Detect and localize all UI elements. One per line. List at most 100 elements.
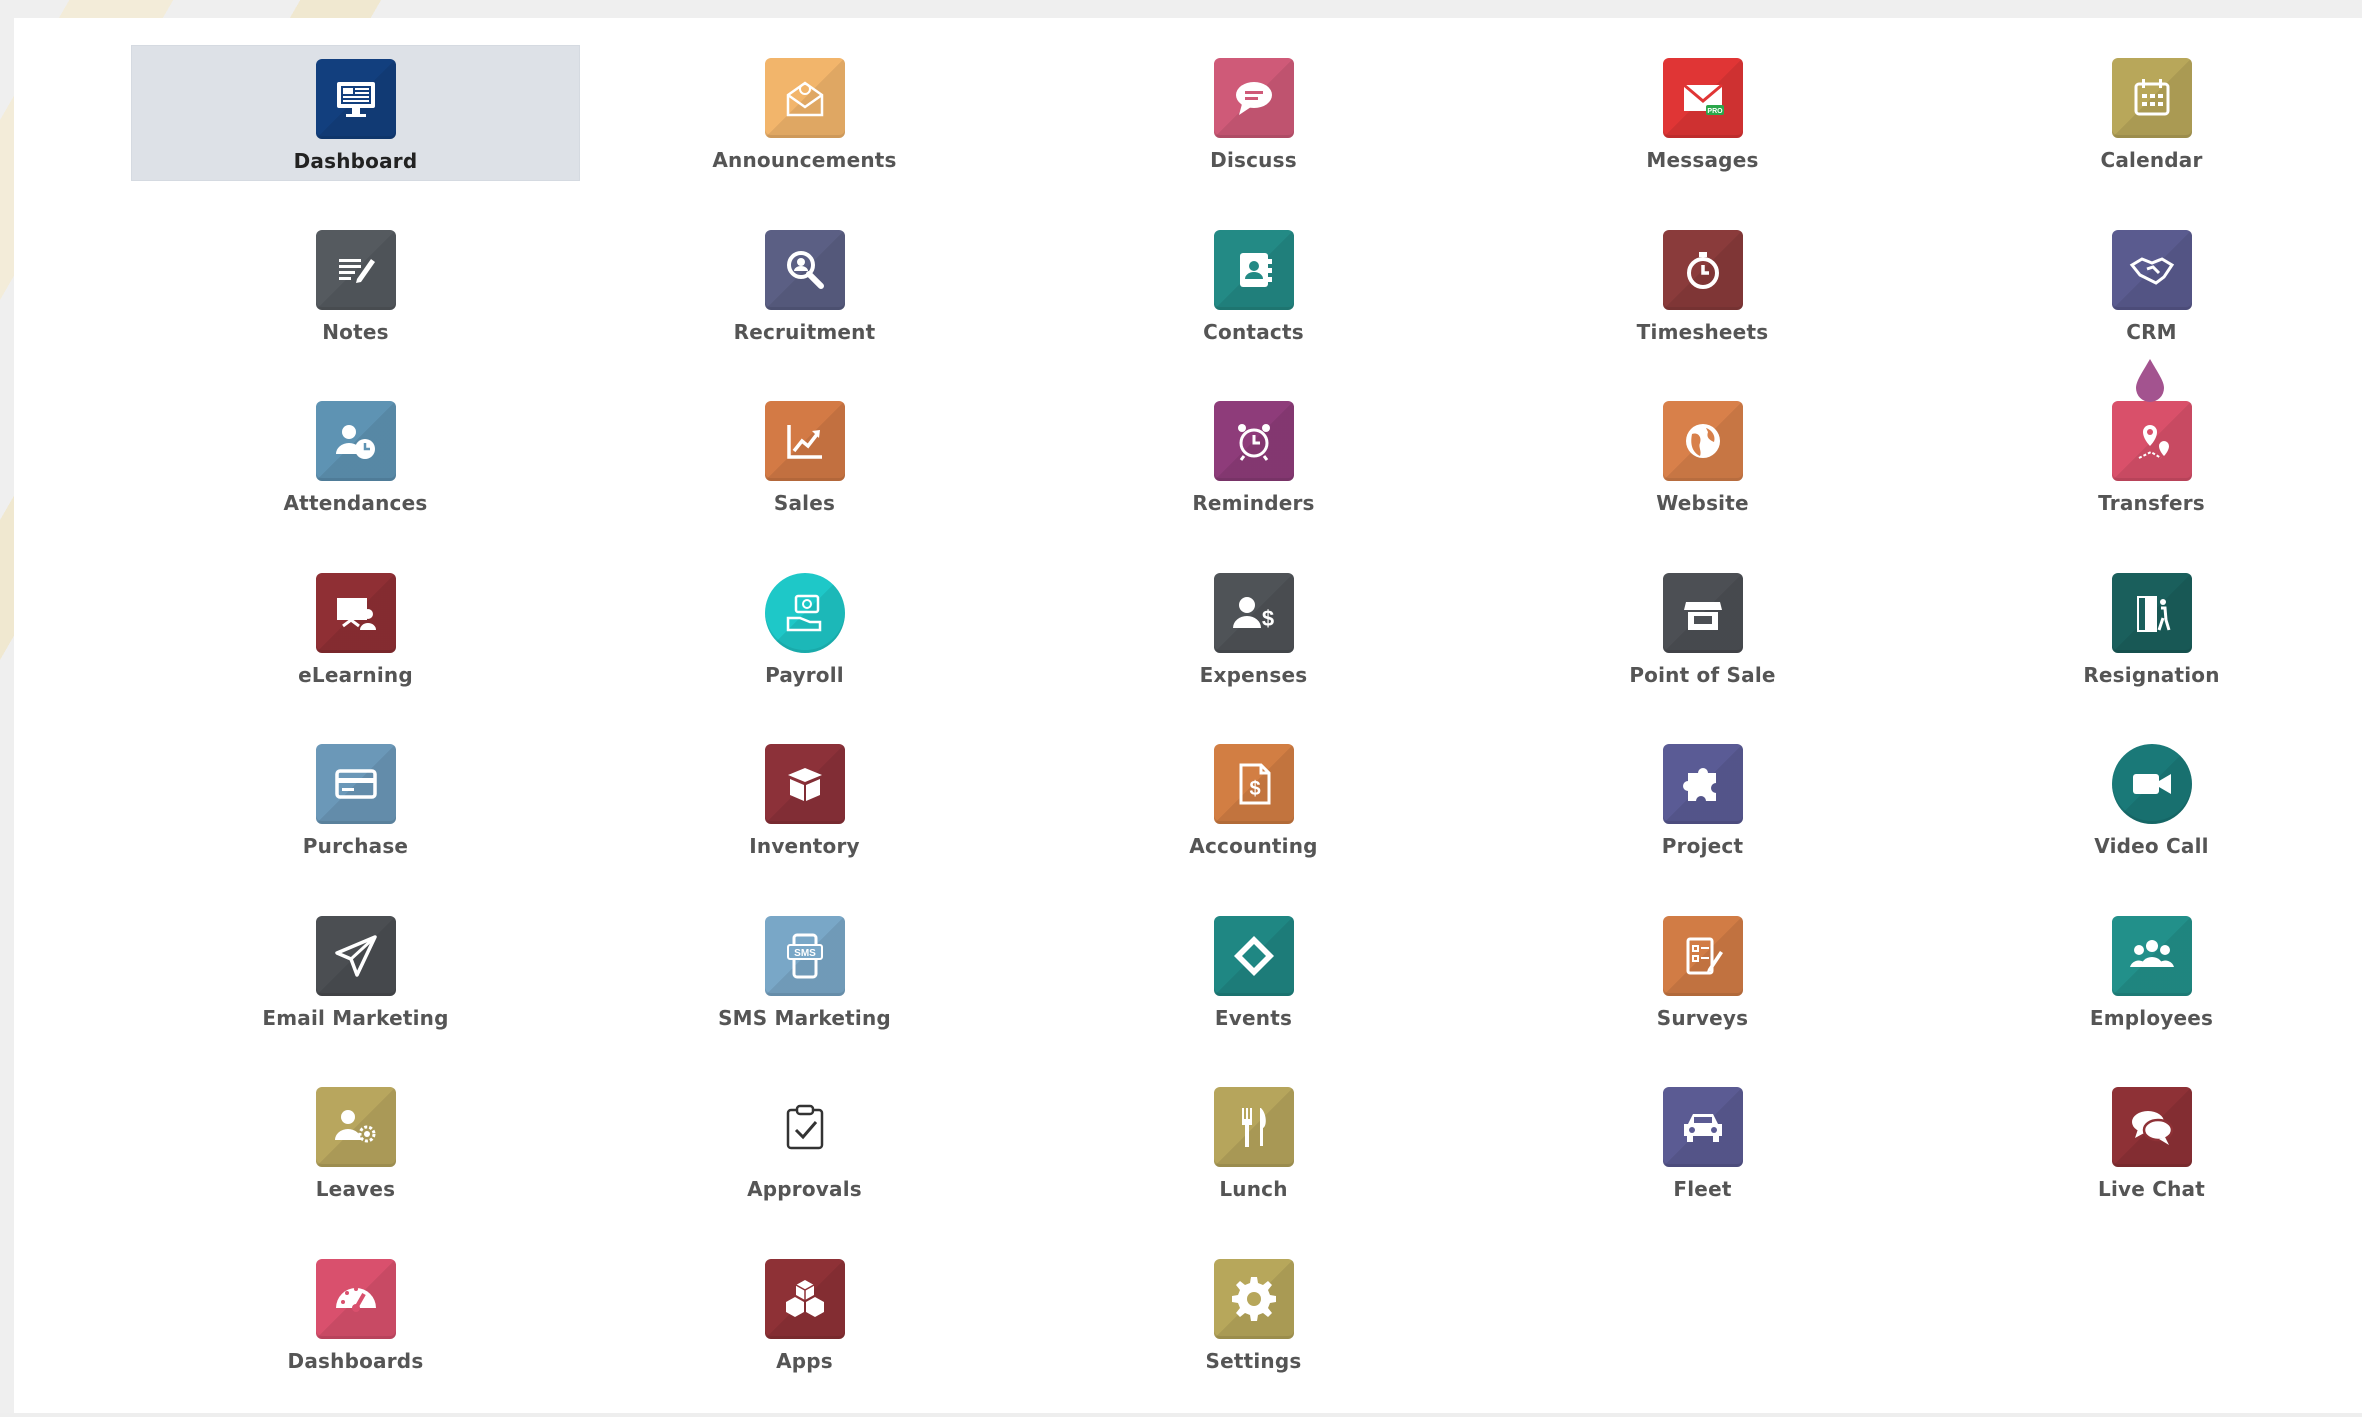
fork-knife-icon [1213, 1087, 1294, 1167]
app-label: Accounting [1189, 834, 1318, 858]
app-label: Surveys [1656, 1005, 1749, 1030]
paper-plane-icon [315, 915, 396, 996]
app-tile-video-call[interactable]: Video Call [1927, 731, 2362, 867]
box-icon [764, 744, 845, 824]
app-tile-email-marketing[interactable]: Email Marketing [131, 903, 580, 1039]
notepad-icon [315, 229, 396, 310]
app-tile-sales[interactable]: Sales [580, 388, 1029, 524]
envelope-badge-icon [764, 58, 845, 138]
survey-clipboard-icon [1662, 915, 1743, 996]
app-label: Purchase [302, 834, 409, 858]
app-label: Video Call [2094, 834, 2209, 858]
person-dollar-icon: $ [1213, 572, 1294, 653]
app-label: Dashboards [287, 1348, 424, 1373]
app-tile-reminders[interactable]: Reminders [1029, 388, 1478, 524]
app-label: Expenses [1199, 662, 1308, 687]
app-label: Contacts [1203, 319, 1304, 344]
puzzle-icon [1662, 744, 1743, 824]
svg-text:PRO: PRO [1707, 108, 1723, 115]
phone-sms-icon: SMS [764, 915, 845, 996]
users-group-icon [2111, 915, 2192, 996]
monitor-icon [315, 59, 396, 139]
drop-icon [2136, 359, 2164, 402]
app-tile-discuss[interactable]: Discuss [1029, 45, 1478, 181]
app-tile-purchase[interactable]: Purchase [131, 731, 580, 867]
app-tile-announcements[interactable]: Announcements [580, 45, 1029, 181]
shop-icon [1662, 572, 1743, 653]
app-tile-attendances[interactable]: Attendances [131, 388, 580, 524]
app-tile-inventory[interactable]: Inventory [580, 731, 1029, 867]
app-tile-transfers[interactable]: Transfers [1927, 388, 2362, 524]
alarm-clock-icon [1213, 401, 1294, 481]
app-tile-dashboards[interactable]: Dashboards [131, 1246, 580, 1382]
app-label: Transfers [2098, 491, 2205, 515]
app-tile-settings[interactable]: Settings [1029, 1246, 1478, 1382]
app-label: Reminders [1192, 491, 1315, 515]
ticket-icon [1213, 915, 1294, 996]
presentation-icon [315, 572, 396, 653]
video-camera-icon [2111, 744, 2192, 824]
app-tile-fleet[interactable]: Fleet [1478, 1074, 1927, 1210]
app-tile-events[interactable]: Events [1029, 903, 1478, 1039]
app-tile-expenses[interactable]: $ Expenses [1029, 560, 1478, 696]
calendar-icon [2111, 58, 2192, 138]
app-tile-recruitment[interactable]: Recruitment [580, 217, 1029, 353]
gear-icon [1213, 1258, 1294, 1339]
app-label: Email Marketing [262, 1005, 449, 1030]
app-tile-surveys[interactable]: Surveys [1478, 903, 1927, 1039]
app-tile-timesheets[interactable]: Timesheets [1478, 217, 1927, 353]
person-gear-icon [315, 1087, 396, 1167]
app-tile-messages[interactable]: PRO Messages [1478, 45, 1927, 181]
app-tile-accounting[interactable]: $ Accounting [1029, 731, 1478, 867]
app-tile-approvals[interactable]: Approvals [580, 1074, 1029, 1210]
app-tile-website[interactable]: Website [1478, 388, 1927, 524]
app-tile-live-chat[interactable]: Live Chat [1927, 1074, 2362, 1210]
app-tile-project[interactable]: Project [1478, 731, 1927, 867]
app-label: Resignation [2083, 662, 2220, 687]
app-label: Dashboard [293, 149, 418, 173]
invoice-dollar-icon: $ [1213, 744, 1294, 824]
app-label: Settings [1205, 1348, 1302, 1373]
map-pin-icon [2111, 401, 2192, 481]
app-tile-calendar[interactable]: Calendar [1927, 45, 2362, 181]
app-label: Fleet [1673, 1177, 1732, 1201]
app-tile-point-of-sale[interactable]: Point of Sale [1478, 560, 1927, 696]
app-label: Inventory [749, 834, 860, 858]
app-label: Announcements [712, 148, 897, 172]
clipboard-check-icon [765, 1087, 845, 1167]
cubes-icon [764, 1258, 845, 1339]
app-label: CRM [2126, 319, 2177, 344]
trend-chart-icon [764, 401, 845, 481]
chat-bubbles-icon [2111, 1087, 2192, 1167]
app-tile-lunch[interactable]: Lunch [1029, 1074, 1478, 1210]
app-label: SMS Marketing [718, 1005, 891, 1030]
app-label: Website [1656, 491, 1749, 515]
app-label: Discuss [1210, 148, 1297, 172]
app-label: Sales [773, 491, 836, 515]
app-label: Employees [2089, 1005, 2214, 1030]
app-tile-leaves[interactable]: Leaves [131, 1074, 580, 1210]
gauge-icon [315, 1258, 396, 1339]
stopwatch-icon [1662, 229, 1743, 310]
app-tile-resignation[interactable]: Resignation [1927, 560, 2362, 696]
app-tile-contacts[interactable]: Contacts [1029, 217, 1478, 353]
door-exit-icon [2111, 572, 2192, 653]
app-label: Timesheets [1636, 319, 1769, 344]
app-label: Calendar [2100, 148, 2203, 172]
app-tile-crm[interactable]: CRM [1927, 217, 2362, 353]
app-tile-payroll[interactable]: Payroll [580, 560, 1029, 696]
handshake-icon [2111, 229, 2192, 310]
app-label: Messages [1646, 148, 1759, 172]
app-tile-employees[interactable]: Employees [1927, 903, 2362, 1039]
app-label: Attendances [283, 491, 428, 515]
app-tile-notes[interactable]: Notes [131, 217, 580, 353]
app-tile-elearning[interactable]: eLearning [131, 560, 580, 696]
person-clock-icon [315, 401, 396, 481]
app-label: Recruitment [733, 319, 876, 344]
magnifier-person-icon [764, 229, 845, 310]
app-tile-apps[interactable]: Apps [580, 1246, 1029, 1382]
app-tile-dashboard[interactable]: Dashboard [131, 45, 580, 181]
app-tile-sms-marketing[interactable]: SMS SMS Marketing [580, 903, 1029, 1039]
address-book-icon [1213, 229, 1294, 310]
car-icon [1662, 1087, 1743, 1167]
